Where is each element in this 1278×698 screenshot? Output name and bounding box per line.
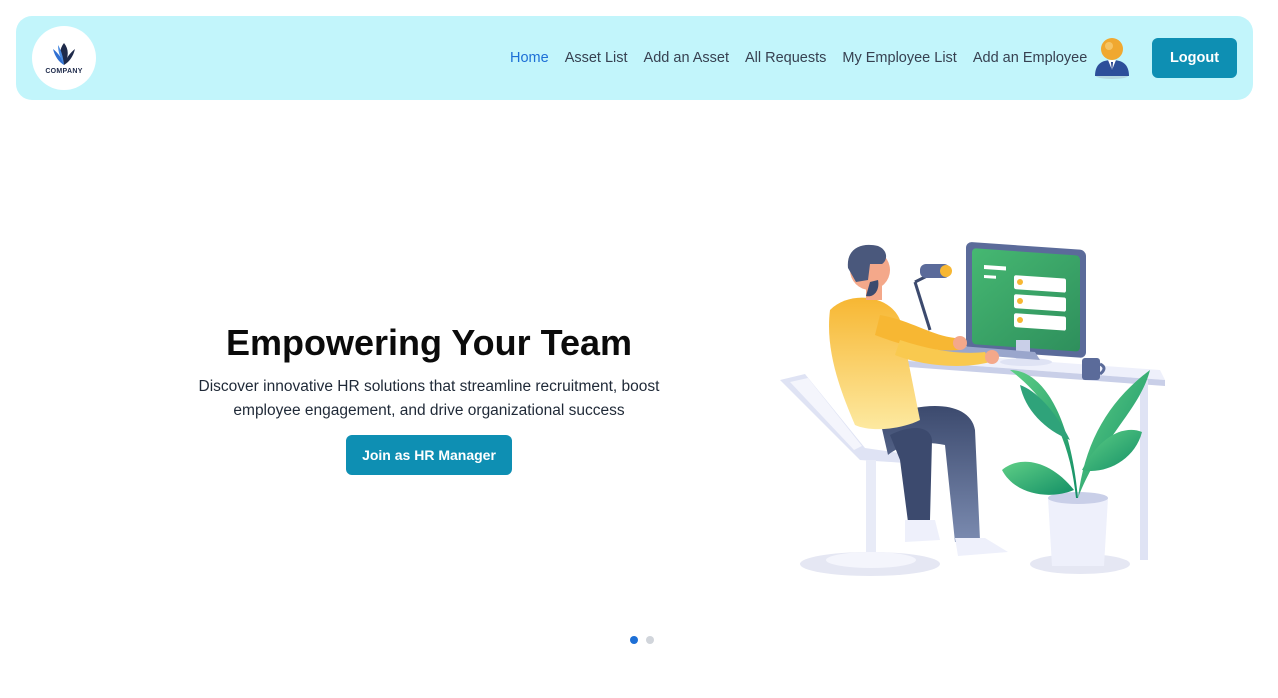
carousel-dot-1[interactable]	[630, 636, 638, 644]
nav-link-home[interactable]: Home	[502, 44, 557, 72]
logo-text: COMPANY	[45, 68, 83, 75]
nav-link-my-employee-list[interactable]: My Employee List	[834, 44, 964, 72]
nav-link-asset-list[interactable]: Asset List	[557, 44, 636, 72]
nav-link-add-asset[interactable]: Add an Asset	[636, 44, 737, 72]
hero-subtitle: Discover innovative HR solutions that st…	[198, 378, 660, 419]
logout-button[interactable]: Logout	[1152, 38, 1237, 78]
user-avatar-icon[interactable]	[1092, 36, 1132, 80]
hero-title: Empowering Your Team	[225, 322, 633, 363]
navbar: COMPANY Home Asset List Add an Asset All…	[16, 16, 1253, 100]
carousel-dot-2[interactable]	[646, 636, 654, 644]
company-logo[interactable]: COMPANY	[32, 26, 96, 90]
carousel-dots	[630, 636, 654, 644]
nav-link-add-employee[interactable]: Add an Employee	[965, 44, 1095, 72]
hero-illustration	[770, 220, 1170, 585]
nav-links: Home Asset List Add an Asset All Request…	[502, 16, 1095, 100]
page: COMPANY Home Asset List Add an Asset All…	[0, 0, 1278, 698]
logo-leaf-icon	[53, 43, 75, 65]
hero-section: Empowering Your Team Discover innovative…	[180, 318, 678, 475]
join-hr-manager-button[interactable]: Join as HR Manager	[346, 435, 512, 475]
nav-link-all-requests[interactable]: All Requests	[737, 44, 834, 72]
